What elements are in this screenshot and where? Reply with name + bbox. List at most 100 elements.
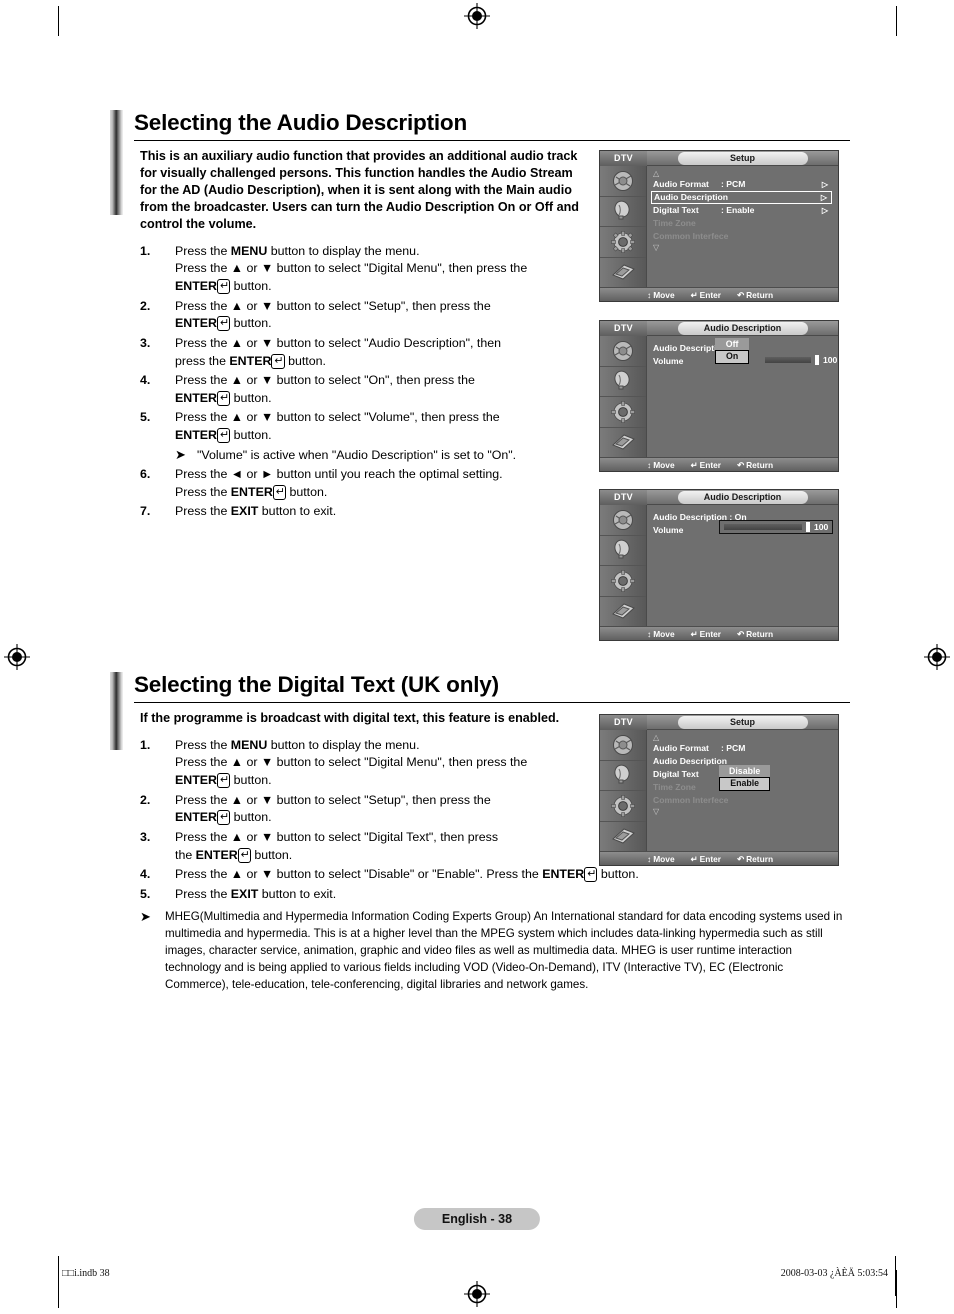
osd-hint-enter: ↵ Enter — [691, 460, 721, 470]
emphasis-text: ENTER — [175, 773, 217, 788]
mheg-note: ➤ MHEG(Multimedia and Hypermedia Informa… — [140, 909, 850, 993]
osd-row-value: : PCM — [721, 743, 746, 753]
osd-row-label: Time Zone — [653, 218, 696, 228]
volume-slider[interactable]: 100 — [765, 355, 837, 365]
volume-value: 100 — [823, 355, 838, 365]
input-icon[interactable] — [600, 258, 646, 288]
osd-header: DTV Audio Description — [600, 321, 838, 336]
osd-hint-label: Enter — [699, 853, 722, 864]
picture-icon[interactable] — [600, 730, 646, 761]
osd-hint-return: ↶ Return — [737, 290, 773, 300]
setup-gear-icon[interactable] — [600, 227, 646, 258]
step-number: 4. — [140, 867, 151, 882]
osd-source-label: DTV — [600, 321, 647, 336]
volume-track — [765, 357, 811, 363]
volume-value: 100 — [814, 522, 829, 532]
note-arrow-icon: ➤ — [140, 909, 151, 925]
volume-knob[interactable] — [806, 522, 810, 532]
osd-row-time-zone[interactable]: Time Zone — [653, 217, 832, 230]
crop-mark-top-right-v — [896, 6, 898, 36]
step-number: 7. — [140, 504, 151, 519]
osd-title: Audio Description — [677, 490, 808, 504]
scroll-down-indicator: ▽ — [653, 243, 660, 252]
emphasis-text: ENTER — [175, 427, 217, 442]
osd-hint-label: Return — [746, 853, 774, 864]
move-icon: ↕ — [647, 853, 652, 864]
osd-title: Setup — [677, 715, 808, 729]
setup-gear-icon[interactable] — [600, 566, 646, 597]
osd-row-value: : Enable — [721, 205, 755, 215]
dropdown-option-disable[interactable]: Disable — [719, 765, 771, 777]
scroll-down-indicator: ▽ — [653, 807, 660, 816]
osd-hint-return: ↶ Return — [737, 629, 773, 639]
page-number-badge: English - 38 — [413, 1208, 541, 1230]
picture-icon[interactable] — [600, 166, 646, 197]
emphasis-text: ENTER — [542, 867, 585, 882]
osd-sidebar[interactable] — [600, 730, 647, 851]
section-accent-bar-1 — [110, 110, 123, 215]
digital-text-dropdown[interactable]: Disable Enable — [719, 765, 771, 791]
volume-slider-focused[interactable]: 100 — [719, 520, 834, 534]
sound-icon[interactable] — [600, 536, 646, 566]
osd-main: Audio Description: Volume 100 Off On — [647, 336, 838, 457]
osd-row-digital-text[interactable]: Digital Text: Enable ▷ — [653, 204, 832, 217]
setup-gear-icon[interactable] — [600, 791, 646, 822]
osd-row-audio-format[interactable]: Audio Format: PCM ▷ — [653, 178, 832, 191]
picture-icon[interactable] — [600, 336, 646, 367]
input-icon[interactable] — [600, 822, 646, 852]
dropdown-option-off[interactable]: Off — [715, 338, 750, 350]
setup-gear-icon[interactable] — [600, 397, 646, 428]
osd-hint-label: Enter — [699, 628, 722, 639]
osd-audio-description-volume[interactable]: DTV Audio Description Audio Description … — [599, 489, 839, 641]
sound-icon[interactable] — [600, 367, 646, 397]
osd-body: △ Audio Format: PCM ▷ Audio Description ▷ … — [600, 166, 838, 287]
audio-description-dropdown[interactable]: Off On — [715, 338, 750, 364]
print-info-line: □□i.indb 38 2008-03-03 ¿ÀÈÄ 5:03:54 — [40, 1256, 914, 1296]
input-icon[interactable] — [600, 597, 646, 627]
osd-row-audio-description[interactable]: Audio Description ▷ — [651, 191, 832, 204]
scroll-up-indicator: △ — [653, 733, 660, 742]
crop-mark-top-left-v — [58, 6, 60, 36]
osd-hint-enter: ↵ Enter — [691, 629, 721, 639]
print-file-name: □□i.indb 38 — [62, 1268, 110, 1279]
dropdown-option-enable[interactable]: Enable — [719, 777, 771, 791]
emphasis-text: ENTER — [175, 390, 217, 405]
step-number: 2. — [140, 792, 151, 807]
input-icon[interactable] — [600, 428, 646, 458]
osd-title: Setup — [677, 151, 808, 165]
osd-row-common-interface[interactable]: Common Interfece — [653, 794, 832, 807]
osd-hint-label: Return — [746, 459, 774, 470]
emphasis-text: MENU — [230, 243, 268, 258]
osd-row-label: Volume — [653, 356, 684, 366]
sound-icon[interactable] — [600, 761, 646, 791]
sound-icon[interactable] — [600, 197, 646, 227]
osd-main: △ Audio Format: PCM ▷ Audio Description ▷ … — [647, 166, 838, 287]
osd-body: Audio Description: Volume 100 Off On — [600, 336, 838, 457]
osd-audio-description-onoff[interactable]: DTV Audio Description Audio Description … — [599, 320, 839, 472]
osd-setup-audio-description[interactable]: DTV Setup △ Audio Format: PCM ▷ Audio D… — [599, 150, 839, 302]
dropdown-option-on[interactable]: On — [715, 350, 750, 364]
enter-key-icon: ↵ — [217, 427, 231, 443]
enter-key-icon: ↵ — [217, 390, 231, 406]
step-line: Press the ▲ or ▼ button to select "Disab… — [175, 867, 639, 883]
osd-sidebar[interactable] — [600, 336, 647, 457]
registration-mark-right — [924, 644, 950, 670]
return-icon: ↶ — [737, 628, 745, 639]
osd-sidebar[interactable] — [600, 505, 647, 626]
osd-setup-digital-text[interactable]: DTV Setup △ Audio Format: PCM Audio Des… — [599, 714, 839, 866]
section-rule-1 — [134, 139, 850, 141]
emphasis-text: ENTER — [195, 847, 238, 862]
osd-source-label: DTV — [600, 715, 647, 730]
emphasis-text: ENTER — [229, 353, 272, 368]
picture-icon[interactable] — [600, 505, 646, 536]
step-note-text: "Volume" is active when "Audio Descripti… — [197, 447, 517, 462]
osd-sidebar[interactable] — [600, 166, 647, 287]
osd-row-common-interface[interactable]: Common Interfece — [653, 230, 832, 243]
osd-hint-enter: ↵ Enter — [691, 854, 721, 864]
osd-row-label: Common Interfece — [653, 795, 729, 805]
volume-knob[interactable] — [815, 355, 819, 365]
osd-footer-bar: ↕ Move ↵ Enter ↶ Return — [600, 851, 838, 865]
osd-header: DTV Audio Description — [600, 490, 838, 505]
osd-row-audio-format[interactable]: Audio Format: PCM — [653, 742, 832, 755]
osd-row-label: Common Interfece — [653, 231, 729, 241]
